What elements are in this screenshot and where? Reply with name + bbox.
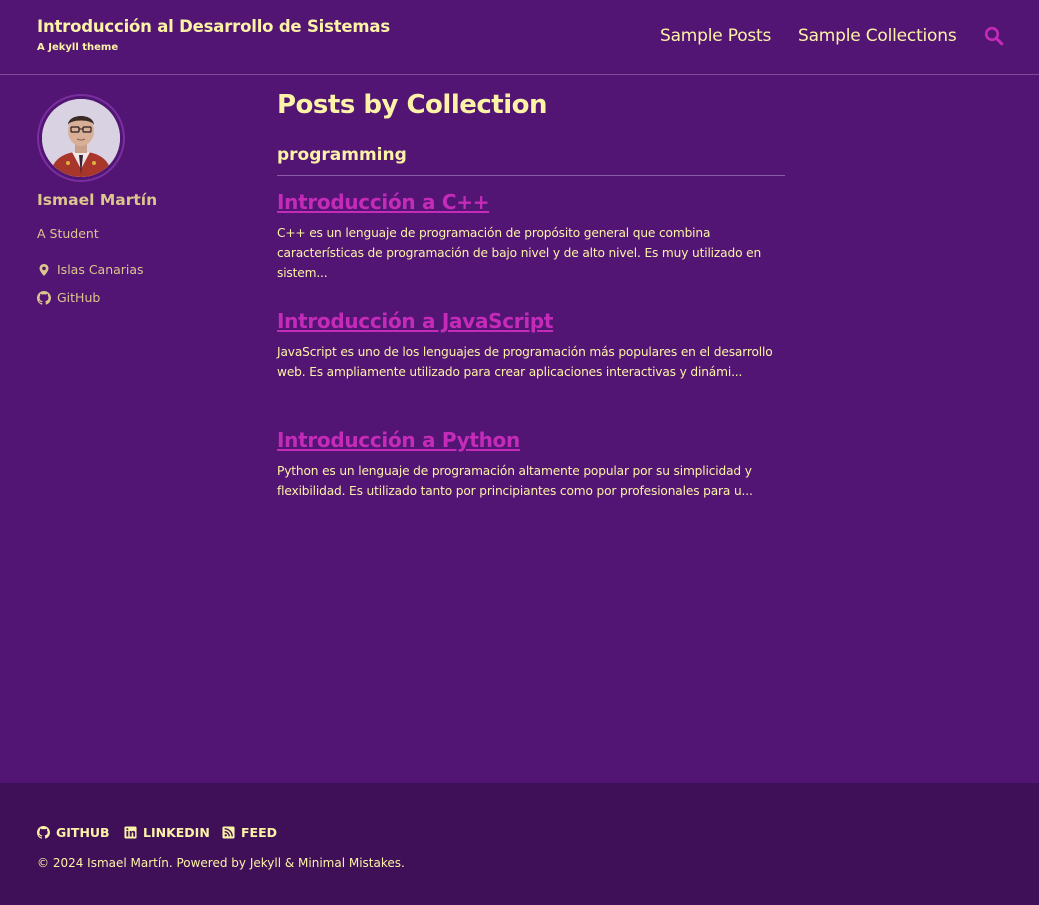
collection-heading: programming [277, 145, 407, 165]
jekyll-link[interactable]: Jekyll [250, 856, 281, 870]
footer: GITHUB LINKEDIN FEED © 2024 Ismael Martí… [0, 783, 1039, 905]
author-location-label: Islas Canarias [57, 262, 144, 277]
post-title-javascript[interactable]: Introducción a JavaScript [277, 309, 554, 333]
footer-linkedin-label: LINKEDIN [143, 825, 210, 840]
footer-feed-link[interactable]: FEED [222, 825, 277, 840]
copyright: © 2024 Ismael Martín. Powered by Jekyll … [37, 856, 405, 870]
post-excerpt-python: Python es un lenguaje de programación al… [277, 464, 753, 498]
author-location: Islas Canarias [37, 262, 144, 277]
rss-icon [222, 826, 235, 839]
nav-sample-posts[interactable]: Sample Posts [660, 26, 771, 46]
avatar [37, 94, 125, 182]
page-title: Posts by Collection [277, 90, 548, 120]
author-github-label: GitHub [57, 290, 101, 305]
post-title-cpp[interactable]: Introducción a C++ [277, 190, 489, 214]
github-icon [37, 290, 51, 305]
footer-feed-label: FEED [241, 825, 277, 840]
site-subtitle: A Jekyll theme [37, 42, 119, 53]
copyright-period: . [401, 856, 405, 870]
copyright-amp: & [281, 856, 299, 870]
footer-github-link[interactable]: GITHUB [37, 825, 110, 840]
minimal-mistakes-link[interactable]: Minimal Mistakes [298, 856, 401, 870]
search-icon [984, 26, 1004, 46]
footer-linkedin-link[interactable]: LINKEDIN [124, 825, 210, 840]
map-marker-icon [39, 263, 49, 276]
avatar-photo [42, 99, 120, 177]
search-button[interactable] [984, 26, 1004, 46]
github-icon [37, 826, 50, 839]
author-github-link[interactable]: GitHub [37, 290, 100, 305]
copyright-prefix: © 2024 Ismael Martín. Powered by [37, 856, 250, 870]
masthead: Introducción al Desarrollo de Sistemas A… [0, 0, 1039, 75]
nav-sample-collections[interactable]: Sample Collections [798, 26, 957, 46]
collection-divider [277, 175, 785, 176]
author-name: Ismael Martín [37, 191, 158, 209]
footer-github-label: GITHUB [56, 825, 110, 840]
site-title[interactable]: Introducción al Desarrollo de Sistemas [37, 17, 390, 36]
post-excerpt-javascript: JavaScript es uno de los lenguajes de pr… [277, 345, 773, 379]
author-bio: A Student [37, 226, 99, 241]
post-excerpt-cpp: C++ es un lenguaje de programación de pr… [277, 226, 762, 280]
post-title-python[interactable]: Introducción a Python [277, 428, 520, 452]
linkedin-icon [124, 826, 137, 839]
